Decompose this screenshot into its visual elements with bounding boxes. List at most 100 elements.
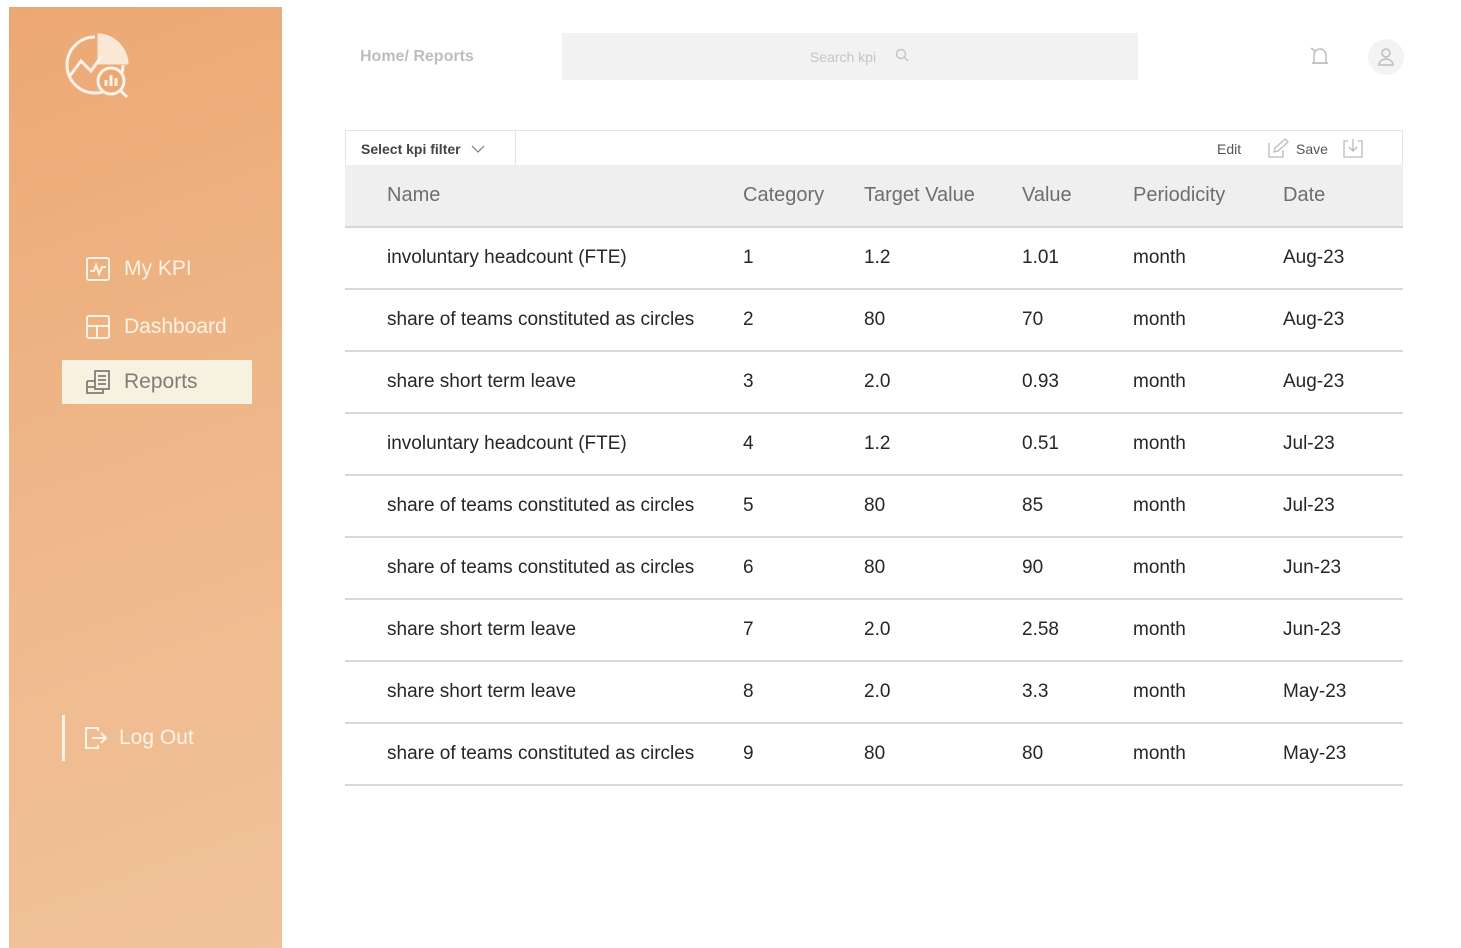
table-row[interactable]: involuntary headcount (FTE) 4 1.2 0.51 month…	[345, 414, 1403, 476]
column-header-target-value[interactable]: Target Value	[864, 165, 975, 226]
cell-category: 4	[743, 433, 754, 454]
table-header: Name Category Target Value Value Periodi…	[345, 165, 1403, 228]
column-header-date[interactable]: Date	[1283, 165, 1325, 226]
save-button[interactable]: Save	[1296, 141, 1328, 157]
notification-bell-icon[interactable]	[1308, 45, 1332, 69]
sidebar-item-my-kpi[interactable]: My KPI	[62, 247, 252, 291]
cell-category: 7	[743, 619, 754, 640]
sidebar-item-label: Reports	[124, 370, 198, 393]
cell-date: Aug-23	[1283, 247, 1345, 268]
cell-target-value: 2.0	[864, 619, 891, 640]
cell-target-value: 80	[864, 309, 886, 330]
table-row[interactable]: share of teams constituted as circles 6 80…	[345, 538, 1403, 600]
cell-value: 85	[1022, 495, 1044, 516]
table-row[interactable]: share short term leave 7 2.0 2.58 month Jun-2…	[345, 600, 1403, 662]
cell-date: Jul-23	[1283, 495, 1335, 516]
user-icon	[1378, 48, 1394, 66]
sidebar-item-label: Dashboard	[124, 315, 227, 338]
user-avatar[interactable]	[1368, 39, 1404, 75]
cell-name: involuntary headcount (FTE)	[387, 247, 627, 268]
reports-table: Name Category Target Value Value Periodi…	[345, 165, 1403, 786]
cell-target-value: 80	[864, 495, 886, 516]
breadcrumb[interactable]: Home/ Reports	[360, 48, 474, 66]
cell-name: involuntary headcount (FTE)	[387, 433, 627, 454]
cell-category: 2	[743, 309, 754, 330]
cell-value: 0.51	[1022, 433, 1059, 454]
logout-button[interactable]: Log Out	[62, 715, 194, 761]
table-row[interactable]: share short term leave 3 2.0 0.93 month Aug-2…	[345, 352, 1403, 414]
cell-category: 9	[743, 743, 754, 764]
cell-date: Jul-23	[1283, 433, 1335, 454]
download-icon[interactable]	[1342, 137, 1364, 164]
sidebar-item-reports[interactable]: Reports	[62, 360, 252, 404]
cell-name: share short term leave	[387, 619, 577, 640]
cell-periodicity: month	[1133, 371, 1186, 392]
table-row[interactable]: share short term leave 8 2.0 3.3 month May-23	[345, 662, 1403, 724]
search-icon[interactable]	[895, 48, 909, 65]
cell-name: share short term leave	[387, 371, 577, 392]
cell-target-value: 2.0	[864, 681, 891, 702]
logout-icon	[83, 724, 111, 752]
cell-periodicity: month	[1133, 495, 1186, 516]
sidebar: My KPI Dashboard Reports Log Out	[9, 7, 282, 948]
search-input[interactable]	[791, 47, 895, 66]
table-row[interactable]: share of teams constituted as circles 5 80…	[345, 476, 1403, 538]
table-toolbar: Select kpi filter Edit Save	[345, 130, 1403, 166]
cell-target-value: 1.2	[864, 247, 891, 268]
cell-name: share of teams constituted as circles	[387, 743, 695, 764]
cell-date: Aug-23	[1283, 371, 1345, 392]
cell-value: 2.58	[1022, 619, 1059, 640]
cell-value: 3.3	[1022, 681, 1049, 702]
cell-name: share of teams constituted as circles	[387, 309, 695, 330]
column-header-periodicity[interactable]: Periodicity	[1133, 165, 1225, 226]
cell-periodicity: month	[1133, 743, 1186, 764]
cell-name: share of teams constituted as circles	[387, 495, 695, 516]
sidebar-item-label: My KPI	[124, 257, 192, 280]
cell-date: May-23	[1283, 681, 1347, 702]
search-bar[interactable]	[562, 33, 1138, 80]
kpi-filter-label: Select kpi filter	[361, 140, 461, 157]
edit-button[interactable]: Edit	[1217, 141, 1241, 157]
app-logo[interactable]	[61, 31, 133, 103]
table-row[interactable]: involuntary headcount (FTE) 1 1.2 1.01 month…	[345, 228, 1403, 290]
layout-icon	[84, 313, 112, 341]
cell-value: 70	[1022, 309, 1044, 330]
kpi-filter-dropdown[interactable]: Select kpi filter	[346, 131, 516, 166]
cell-periodicity: month	[1133, 619, 1186, 640]
cell-value: 80	[1022, 743, 1044, 764]
chevron-down-icon	[471, 145, 485, 153]
column-header-value[interactable]: Value	[1022, 165, 1072, 226]
cell-periodicity: month	[1133, 433, 1186, 454]
cell-name: share short term leave	[387, 681, 577, 702]
sidebar-item-dashboard[interactable]: Dashboard	[62, 305, 252, 349]
chart-pulse-icon	[84, 255, 112, 283]
cell-target-value: 1.2	[864, 433, 891, 454]
pencil-icon[interactable]	[1268, 138, 1290, 163]
cell-value: 0.93	[1022, 371, 1059, 392]
cell-date: Jun-23	[1283, 557, 1342, 578]
cell-category: 8	[743, 681, 754, 702]
cell-periodicity: month	[1133, 247, 1186, 268]
cell-periodicity: month	[1133, 557, 1186, 578]
cell-category: 3	[743, 371, 754, 392]
cell-category: 6	[743, 557, 754, 578]
table-row[interactable]: share of teams constituted as circles 2 80…	[345, 290, 1403, 352]
cell-value: 90	[1022, 557, 1044, 578]
cell-name: share of teams constituted as circles	[387, 557, 695, 578]
cell-value: 1.01	[1022, 247, 1059, 268]
cell-periodicity: month	[1133, 309, 1186, 330]
cell-target-value: 80	[864, 557, 886, 578]
cell-category: 5	[743, 495, 754, 516]
table-row[interactable]: share of teams constituted as circles 9 80…	[345, 724, 1403, 786]
column-header-category[interactable]: Category	[743, 165, 824, 226]
cell-target-value: 2.0	[864, 371, 891, 392]
report-icon	[84, 368, 112, 396]
logout-label: Log Out	[119, 726, 194, 749]
cell-date: Jun-23	[1283, 619, 1342, 640]
cell-periodicity: month	[1133, 681, 1186, 702]
cell-date: Aug-23	[1283, 309, 1345, 330]
cell-category: 1	[743, 247, 754, 268]
column-header-name[interactable]: Name	[387, 165, 440, 226]
cell-date: May-23	[1283, 743, 1347, 764]
cell-target-value: 80	[864, 743, 886, 764]
